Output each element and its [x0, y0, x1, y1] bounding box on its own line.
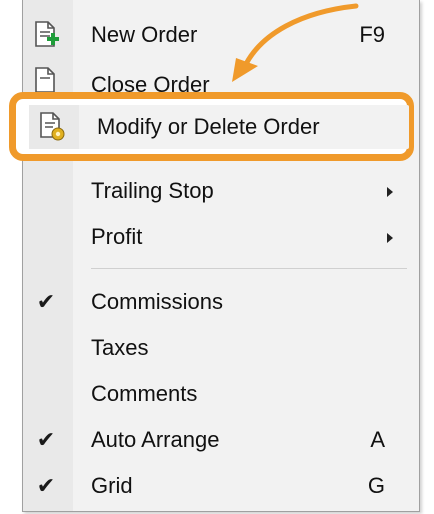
menu-item-close-order[interactable]: Close Order — [23, 62, 419, 92]
highlight-annotation: Modify or Delete Order — [9, 92, 414, 161]
menu-item-label: Modify or Delete Order — [97, 114, 320, 139]
menu-item-shortcut: G — [367, 473, 385, 498]
modify-order-icon — [33, 108, 71, 146]
menu-item-label: Commissions — [91, 289, 224, 314]
menu-item-shortcut: A — [370, 427, 385, 452]
menu-item-commissions[interactable]: ✔ Commissions — [23, 279, 419, 325]
new-order-icon — [27, 16, 65, 54]
menu-item-auto-arrange[interactable]: ✔ Auto Arrange A — [23, 417, 419, 463]
context-menu: New Order F9 Close Order Trailing Stop P… — [22, 0, 420, 512]
menu-item-label: Trailing Stop — [91, 178, 214, 203]
menu-item-comments[interactable]: Comments — [23, 371, 419, 417]
menu-item-shortcut: F9 — [359, 22, 385, 47]
menu-item-label: Profit — [91, 224, 143, 249]
submenu-arrow-icon — [387, 187, 393, 197]
menu-item-label: Grid — [91, 473, 133, 498]
menu-item-label: Comments — [91, 381, 198, 406]
menu-separator — [91, 268, 407, 269]
menu-item-label: Auto Arrange — [91, 427, 220, 452]
menu-item-new-order[interactable]: New Order F9 — [23, 12, 419, 58]
menu-item-profit[interactable]: Profit — [23, 214, 419, 260]
close-order-icon — [27, 62, 65, 92]
menu-item-label: Close Order — [91, 72, 210, 92]
checkmark-icon: ✔ — [36, 473, 56, 498]
menu-item-modify-or-delete-order[interactable]: Modify or Delete Order — [29, 105, 409, 149]
menu-item-taxes[interactable]: Taxes — [23, 325, 419, 371]
menu-item-grid[interactable]: ✔ Grid G — [23, 463, 419, 509]
menu-item-label: New Order — [91, 22, 198, 47]
checkmark-icon: ✔ — [36, 289, 56, 314]
checkmark-icon: ✔ — [36, 427, 56, 452]
menu-item-trailing-stop[interactable]: Trailing Stop — [23, 168, 419, 214]
submenu-arrow-icon — [387, 233, 393, 243]
menu-item-label: Taxes — [91, 335, 149, 360]
